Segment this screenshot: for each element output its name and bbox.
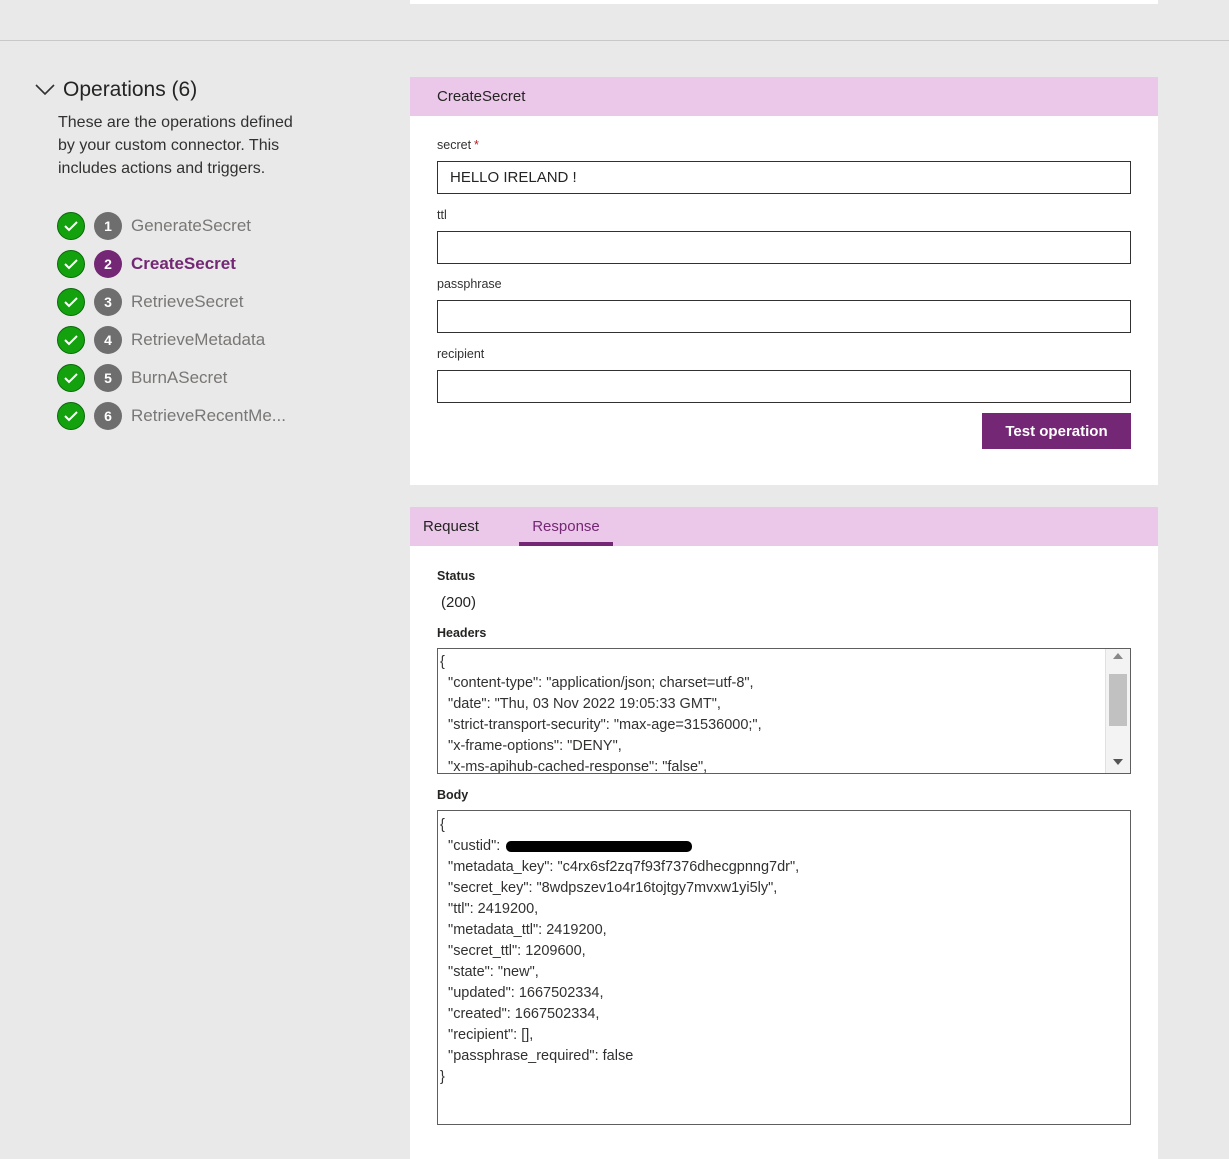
status-value: (200) <box>441 594 477 611</box>
headers-line: "x-frame-options": "DENY", <box>440 738 622 754</box>
custid-key: "custid": <box>440 838 505 854</box>
body-line: { <box>440 817 445 833</box>
operation-label: BurnASecret <box>131 368 228 387</box>
headers-line: "x-ms-apihub-cached-response": "false", <box>440 759 708 774</box>
active-tab-indicator <box>519 542 613 546</box>
body-line: "passphrase_required": false <box>440 1048 634 1064</box>
headers-content: { "content-type": "application/json; cha… <box>440 652 1104 774</box>
operation-item-burnasecret[interactable]: 5 BurnASecret <box>57 359 286 397</box>
headers-line: "strict-transport-security": "max-age=31… <box>440 717 762 733</box>
body-textarea[interactable]: { "custid": "metadata_key": "c4rx6sf2zq7… <box>437 810 1131 1125</box>
operation-item-generatesecret[interactable]: 1 GenerateSecret <box>57 207 286 245</box>
step-number-badge: 3 <box>94 288 122 316</box>
secret-label-text: secret <box>437 138 472 152</box>
tab-response[interactable]: Response <box>519 507 613 546</box>
secret-input[interactable] <box>437 161 1131 194</box>
body-content: { "custid": "metadata_key": "c4rx6sf2zq7… <box>440 815 799 1088</box>
step-number-badge: 1 <box>94 212 122 240</box>
headers-label: Headers <box>437 626 487 640</box>
checkmark-icon <box>57 364 85 392</box>
scroll-down-arrow-icon[interactable] <box>1113 759 1123 765</box>
checkmark-icon <box>57 250 85 278</box>
previous-card-bottom <box>410 0 1158 4</box>
body-line-custid: "custid": <box>440 836 799 857</box>
headers-line: "date": "Thu, 03 Nov 2022 19:05:33 GMT", <box>440 696 721 712</box>
body-line: "secret_ttl": 1209600, <box>440 943 586 959</box>
step-number-badge: 4 <box>94 326 122 354</box>
scrollbar-thumb[interactable] <box>1109 674 1127 726</box>
operation-item-retrievemetadata[interactable]: 4 RetrieveMetadata <box>57 321 286 359</box>
operation-label: RetrieveMetadata <box>131 330 266 349</box>
operation-label: RetrieveRecentMe... <box>131 406 286 425</box>
scroll-up-arrow-icon[interactable] <box>1113 653 1123 659</box>
body-line: "state": "new", <box>440 964 539 980</box>
headers-line: { <box>440 654 445 670</box>
ttl-input[interactable] <box>437 231 1131 264</box>
response-tabs: Request Response <box>410 507 1158 546</box>
operation-item-retrievesecret[interactable]: 3 RetrieveSecret <box>57 283 286 321</box>
step-number-badge: 6 <box>94 402 122 430</box>
passphrase-field-label: passphrase <box>437 277 502 291</box>
recipient-field-label: recipient <box>437 347 485 361</box>
operation-label: RetrieveSecret <box>131 292 244 311</box>
headers-textarea[interactable]: { "content-type": "application/json; cha… <box>437 648 1131 774</box>
checkmark-icon <box>57 212 85 240</box>
response-card: Request Response Status (200) Headers { … <box>410 507 1158 1159</box>
chevron-down-icon[interactable] <box>34 79 56 101</box>
passphrase-input[interactable] <box>437 300 1131 333</box>
body-line: "metadata_ttl": 2419200, <box>440 922 607 938</box>
operation-form-card: CreateSecret secret* ttl passphrase reci… <box>410 77 1158 485</box>
redacted-value <box>506 840 693 852</box>
operation-item-createsecret[interactable]: 2 CreateSecret <box>57 245 286 283</box>
checkmark-icon <box>57 402 85 430</box>
status-label: Status <box>437 569 476 583</box>
step-number-badge: 2 <box>94 250 122 278</box>
body-line: "created": 1667502334, <box>440 1006 600 1022</box>
operations-header[interactable]: Operations (6) <box>34 78 197 102</box>
checkmark-icon <box>57 326 85 354</box>
tab-request[interactable]: Request <box>423 507 479 546</box>
required-marker: * <box>474 138 479 152</box>
operations-title: Operations (6) <box>63 78 198 101</box>
body-line: "secret_key": "8wdpszev1o4r16tojtgy7mvxw… <box>440 880 778 896</box>
ttl-field-label: ttl <box>437 208 447 222</box>
operation-label: GenerateSecret <box>131 216 252 235</box>
headers-scrollbar[interactable] <box>1105 649 1130 773</box>
body-line: "recipient": [], <box>440 1027 534 1043</box>
body-line: "updated": 1667502334, <box>440 985 604 1001</box>
operation-item-retrieverecentmetadata[interactable]: 6 RetrieveRecentMe... <box>57 397 286 435</box>
body-line: } <box>440 1069 445 1085</box>
section-divider <box>0 40 1229 41</box>
step-number-badge: 5 <box>94 364 122 392</box>
test-operation-button[interactable]: Test operation <box>982 413 1131 449</box>
body-line: "metadata_key": "c4rx6sf2zq7f93f7376dhec… <box>440 859 800 875</box>
operations-list: 1 GenerateSecret 2 CreateSecret 3 Retrie… <box>57 207 286 435</box>
operations-description: These are the operations defined by your… <box>58 114 293 177</box>
secret-field-label: secret * <box>437 138 479 152</box>
body-line: "ttl": 2419200, <box>440 901 539 917</box>
operation-form-title: CreateSecret <box>410 77 1158 116</box>
operation-label: CreateSecret <box>131 254 236 273</box>
recipient-input[interactable] <box>437 370 1131 403</box>
checkmark-icon <box>57 288 85 316</box>
headers-line: "content-type": "application/json; chars… <box>440 675 754 691</box>
body-label: Body <box>437 788 469 802</box>
